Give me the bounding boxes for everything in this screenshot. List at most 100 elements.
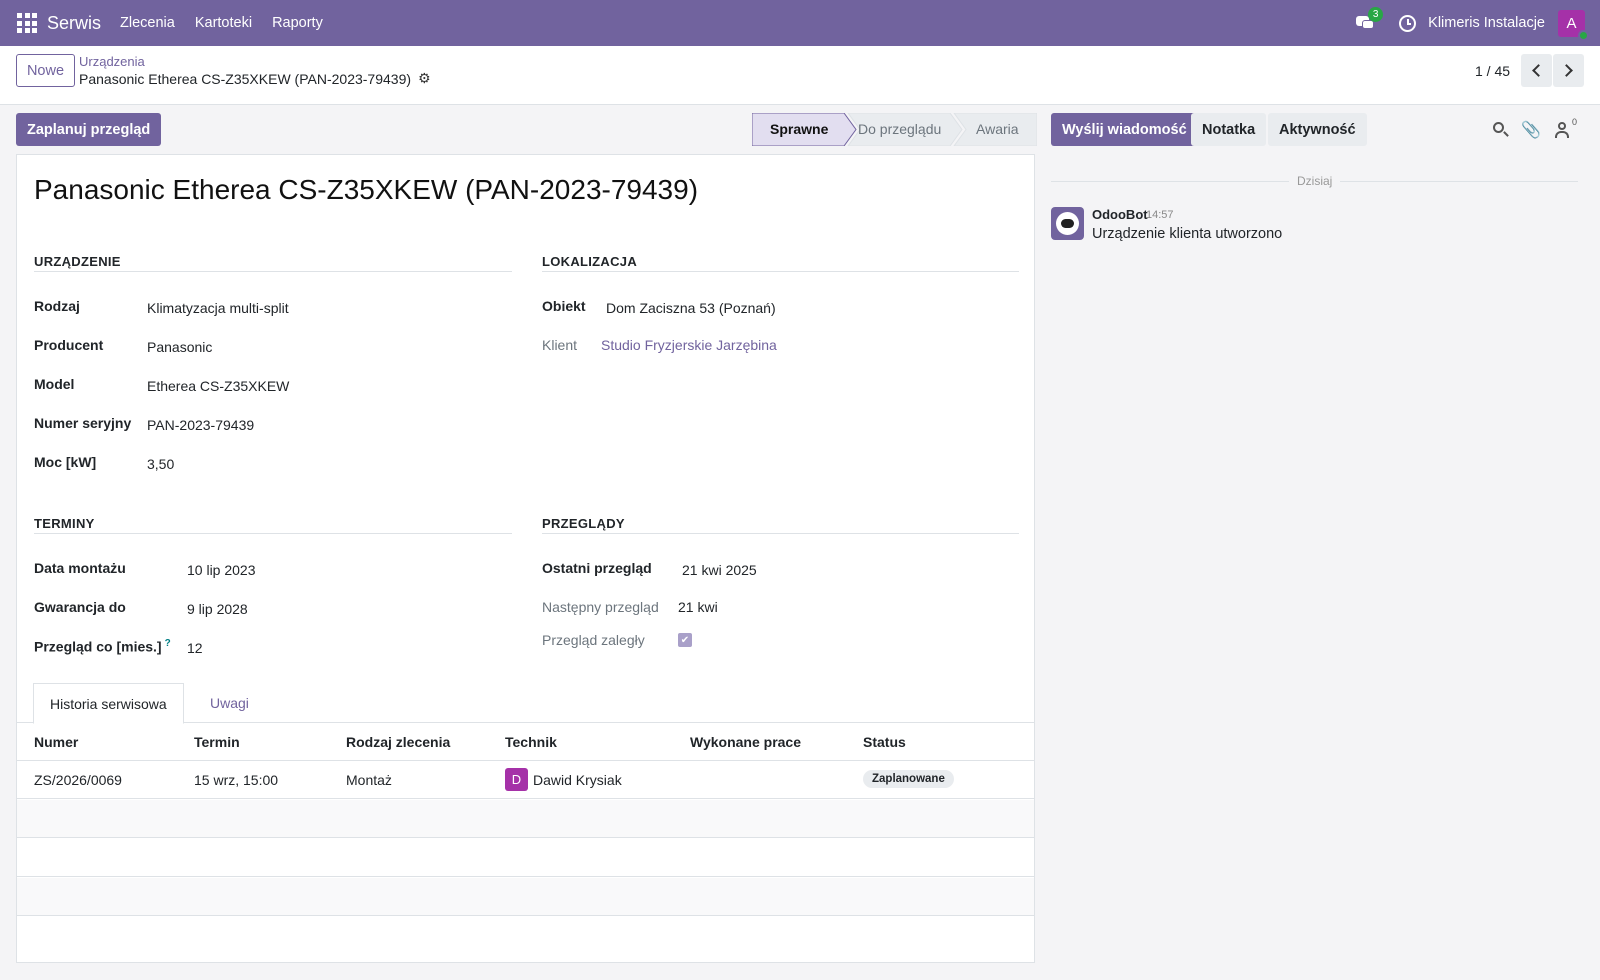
install-date-field[interactable]: 10 lip 2023 xyxy=(187,562,256,578)
pager-previous-button[interactable] xyxy=(1521,54,1552,87)
empty-table-row xyxy=(17,800,1034,838)
breadcrumb-parent[interactable]: Urządzenia xyxy=(79,54,145,69)
interval-label-text: Przegląd co [mies.] xyxy=(34,638,162,655)
rodzaj-label: Rodzaj xyxy=(34,298,80,314)
schedule-review-button[interactable]: Zaplanuj przegląd xyxy=(16,113,162,146)
breadcrumb-current-label: Panasonic Etherea CS-Z35XKEW (PAN-2023-7… xyxy=(79,70,412,87)
breadcrumb-current: Panasonic Etherea CS-Z35XKEW (PAN-2023-7… xyxy=(79,70,431,87)
column-header-status[interactable]: Status xyxy=(863,734,906,750)
section-divider xyxy=(34,271,512,272)
log-note-button[interactable]: Notatka xyxy=(1191,113,1267,146)
stage-sprawne[interactable]: Sprawne xyxy=(770,121,828,137)
column-header-rodzaj[interactable]: Rodzaj zlecenia xyxy=(346,734,450,750)
control-panel: Nowe Urządzenia Panasonic Etherea CS-Z35… xyxy=(0,46,1600,105)
tab-service-history[interactable]: Historia serwisowa xyxy=(33,683,184,724)
model-label: Model xyxy=(34,376,75,392)
warranty-label: Gwarancja do xyxy=(34,599,126,615)
record-title[interactable]: Panasonic Etherea CS-Z35XKEW (PAN-2023-7… xyxy=(34,174,698,206)
stage-awaria[interactable]: Awaria xyxy=(976,121,1019,137)
online-status-dot xyxy=(1578,29,1589,41)
date-separator-label: Dzisiaj xyxy=(1289,174,1341,188)
messaging-icon[interactable]: 3 xyxy=(1355,7,1384,33)
user-avatar[interactable]: A xyxy=(1558,9,1589,41)
section-terms-title: TERMINY xyxy=(34,516,95,531)
last-review-label: Ostatni przegląd xyxy=(542,560,652,576)
new-record-button[interactable]: Nowe xyxy=(16,54,75,87)
section-divider xyxy=(542,271,1019,272)
install-date-label: Data montażu xyxy=(34,560,126,576)
section-reviews-title: PRZEGLĄDY xyxy=(542,516,625,531)
app-brand[interactable]: Serwis xyxy=(47,13,101,34)
object-label: Obiekt xyxy=(542,298,586,314)
next-review-field: 21 kwi xyxy=(678,599,718,615)
column-header-termin[interactable]: Termin xyxy=(194,734,240,750)
table-header: Numer Termin Rodzaj zlecenia Technik Wyk… xyxy=(17,723,1034,761)
last-review-field[interactable]: 21 kwi 2025 xyxy=(682,562,757,578)
message-author[interactable]: OdooBot xyxy=(1092,207,1148,222)
cell-numer: ZS/2026/0069 xyxy=(34,772,122,788)
next-review-label: Następny przegląd xyxy=(542,599,659,615)
column-header-numer[interactable]: Numer xyxy=(34,734,78,750)
cell-technik: Dawid Krysiak xyxy=(533,772,622,788)
top-navbar: Serwis Zlecenia Kartoteki Raporty 3 Klim… xyxy=(0,0,1600,46)
client-label: Klient xyxy=(542,337,578,353)
chevron-left-icon xyxy=(1532,64,1545,77)
status-badge: Zaplanowane xyxy=(863,770,954,788)
section-divider xyxy=(542,533,1019,534)
empty-table-row xyxy=(17,917,1034,955)
pager-value[interactable]: 1 / 45 xyxy=(1475,63,1510,79)
producent-field[interactable]: Panasonic xyxy=(147,339,212,355)
empty-table-row xyxy=(17,878,1034,916)
messages-count-badge: 3 xyxy=(1368,7,1384,22)
section-device-title: URZĄDZENIE xyxy=(34,254,121,269)
activity-clock-icon[interactable] xyxy=(1399,14,1417,32)
serial-field[interactable]: PAN-2023-79439 xyxy=(147,417,254,433)
section-divider xyxy=(34,533,512,534)
overdue-label: Przegląd zaległy xyxy=(542,632,645,648)
help-tooltip-icon[interactable]: ? xyxy=(165,638,171,649)
pager-next-button[interactable] xyxy=(1553,54,1584,87)
stage-do-przegladu[interactable]: Do przeglądu xyxy=(858,121,941,137)
followers-count: 0 xyxy=(1572,117,1578,127)
column-header-technik[interactable]: Technik xyxy=(505,734,557,750)
rodzaj-field[interactable]: Klimatyzacja multi-split xyxy=(147,300,289,316)
check-icon: ✔ xyxy=(680,634,690,646)
client-link[interactable]: Studio Fryzjerskie Jarzębina xyxy=(601,337,777,353)
cell-rodzaj: Montaż xyxy=(346,772,392,788)
send-message-button[interactable]: Wyślij wiadomość xyxy=(1051,113,1198,146)
menu-item-zlecenia[interactable]: Zlecenia xyxy=(120,15,175,31)
technician-avatar: D xyxy=(505,768,528,791)
menu-item-raporty[interactable]: Raporty xyxy=(272,15,323,31)
menu-item-kartoteki[interactable]: Kartoteki xyxy=(195,15,252,31)
model-field[interactable]: Etherea CS-Z35XKEW xyxy=(147,378,289,394)
object-field[interactable]: Dom Zaciszna 53 (Poznań) xyxy=(606,300,776,316)
message-time: 14:57 xyxy=(1146,209,1174,221)
user-avatar-initial: A xyxy=(1566,14,1577,32)
empty-table-row xyxy=(17,839,1034,877)
followers-icon[interactable] xyxy=(1553,120,1573,140)
main-menu: Zlecenia Kartoteki Raporty xyxy=(120,15,343,31)
warranty-field[interactable]: 9 lip 2028 xyxy=(187,601,248,617)
odoobot-avatar[interactable] xyxy=(1051,207,1084,240)
paperclip-icon[interactable]: 📎 xyxy=(1521,120,1541,140)
producent-label: Producent xyxy=(34,337,104,353)
serial-label: Numer seryjny xyxy=(34,415,132,431)
robot-face-icon xyxy=(1056,212,1079,235)
tab-notes[interactable]: Uwagi xyxy=(194,683,265,723)
form-sheet: Panasonic Etherea CS-Z35XKEW (PAN-2023-7… xyxy=(16,154,1035,963)
search-icon[interactable] xyxy=(1491,120,1511,140)
gear-icon[interactable]: ⚙ xyxy=(418,70,431,87)
chevron-right-icon xyxy=(1560,64,1573,77)
power-label: Moc [kW] xyxy=(34,454,97,470)
power-field[interactable]: 3,50 xyxy=(147,456,174,472)
column-header-prace[interactable]: Wykonane prace xyxy=(690,734,801,750)
interval-label: Przegląd co [mies.]? xyxy=(34,638,171,655)
table-row[interactable]: ZS/2026/0069 15 wrz, 15:00 Montaż D Dawi… xyxy=(17,761,1034,799)
navbar-systray: 3 Klimeris Instalacje A xyxy=(1355,0,1600,46)
activity-button[interactable]: Aktywność xyxy=(1268,113,1367,146)
cell-termin: 15 wrz, 15:00 xyxy=(194,772,279,788)
company-switcher[interactable]: Klimeris Instalacje xyxy=(1428,15,1545,31)
apps-menu-icon[interactable] xyxy=(17,13,37,33)
interval-field[interactable]: 12 xyxy=(187,640,203,656)
message-body: Urządzenie klienta utworzono xyxy=(1092,226,1283,242)
